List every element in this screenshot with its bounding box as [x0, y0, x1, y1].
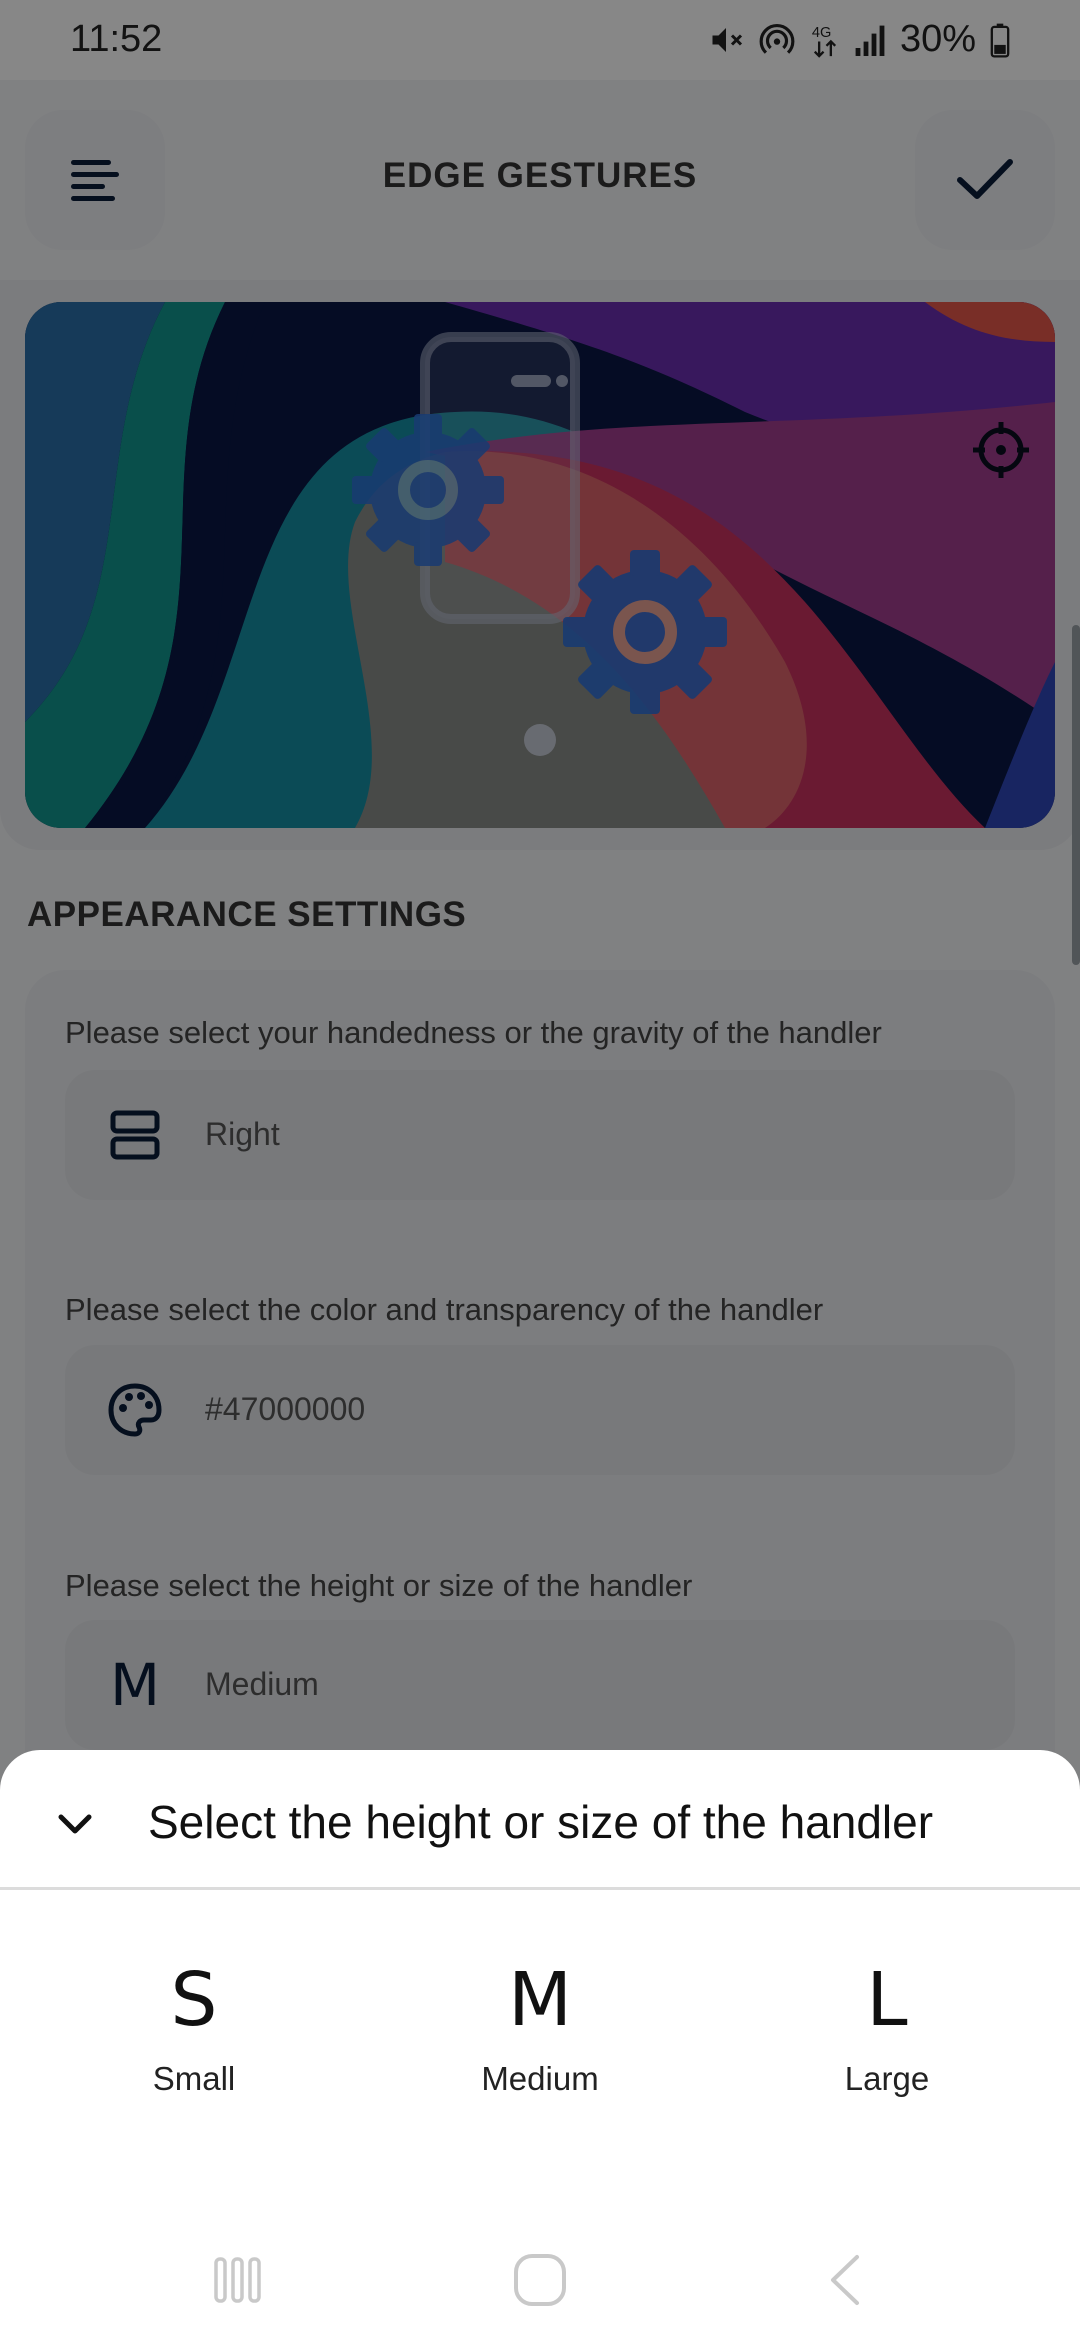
option-medium[interactable]: M Medium	[390, 1950, 690, 2150]
home-icon	[514, 2254, 566, 2306]
option-letter: L	[866, 1957, 908, 2043]
option-label: Small	[152, 2060, 236, 2097]
system-nav-bar	[0, 2200, 1080, 2340]
option-label: Medium	[481, 2060, 599, 2097]
option-large[interactable]: L Large	[737, 1950, 1037, 2150]
recents-icon	[214, 2257, 261, 2303]
option-small[interactable]: S Small	[44, 1950, 344, 2150]
back-icon	[831, 2255, 859, 2305]
collapse-button[interactable]	[40, 1790, 110, 1860]
back-button[interactable]	[795, 2240, 895, 2320]
option-letter: S	[170, 1957, 218, 2043]
home-button[interactable]	[490, 2240, 590, 2320]
option-label: Large	[844, 2060, 930, 2097]
chevron-down-icon	[58, 1814, 92, 1834]
sheet-header: Select the height or size of the handler	[0, 1750, 1080, 1890]
option-letter: M	[508, 1957, 572, 2043]
size-options: S Small M Medium L Large	[0, 1950, 1080, 2150]
recents-button[interactable]	[188, 2240, 288, 2320]
sheet-title: Select the height or size of the handler	[148, 1796, 934, 1848]
